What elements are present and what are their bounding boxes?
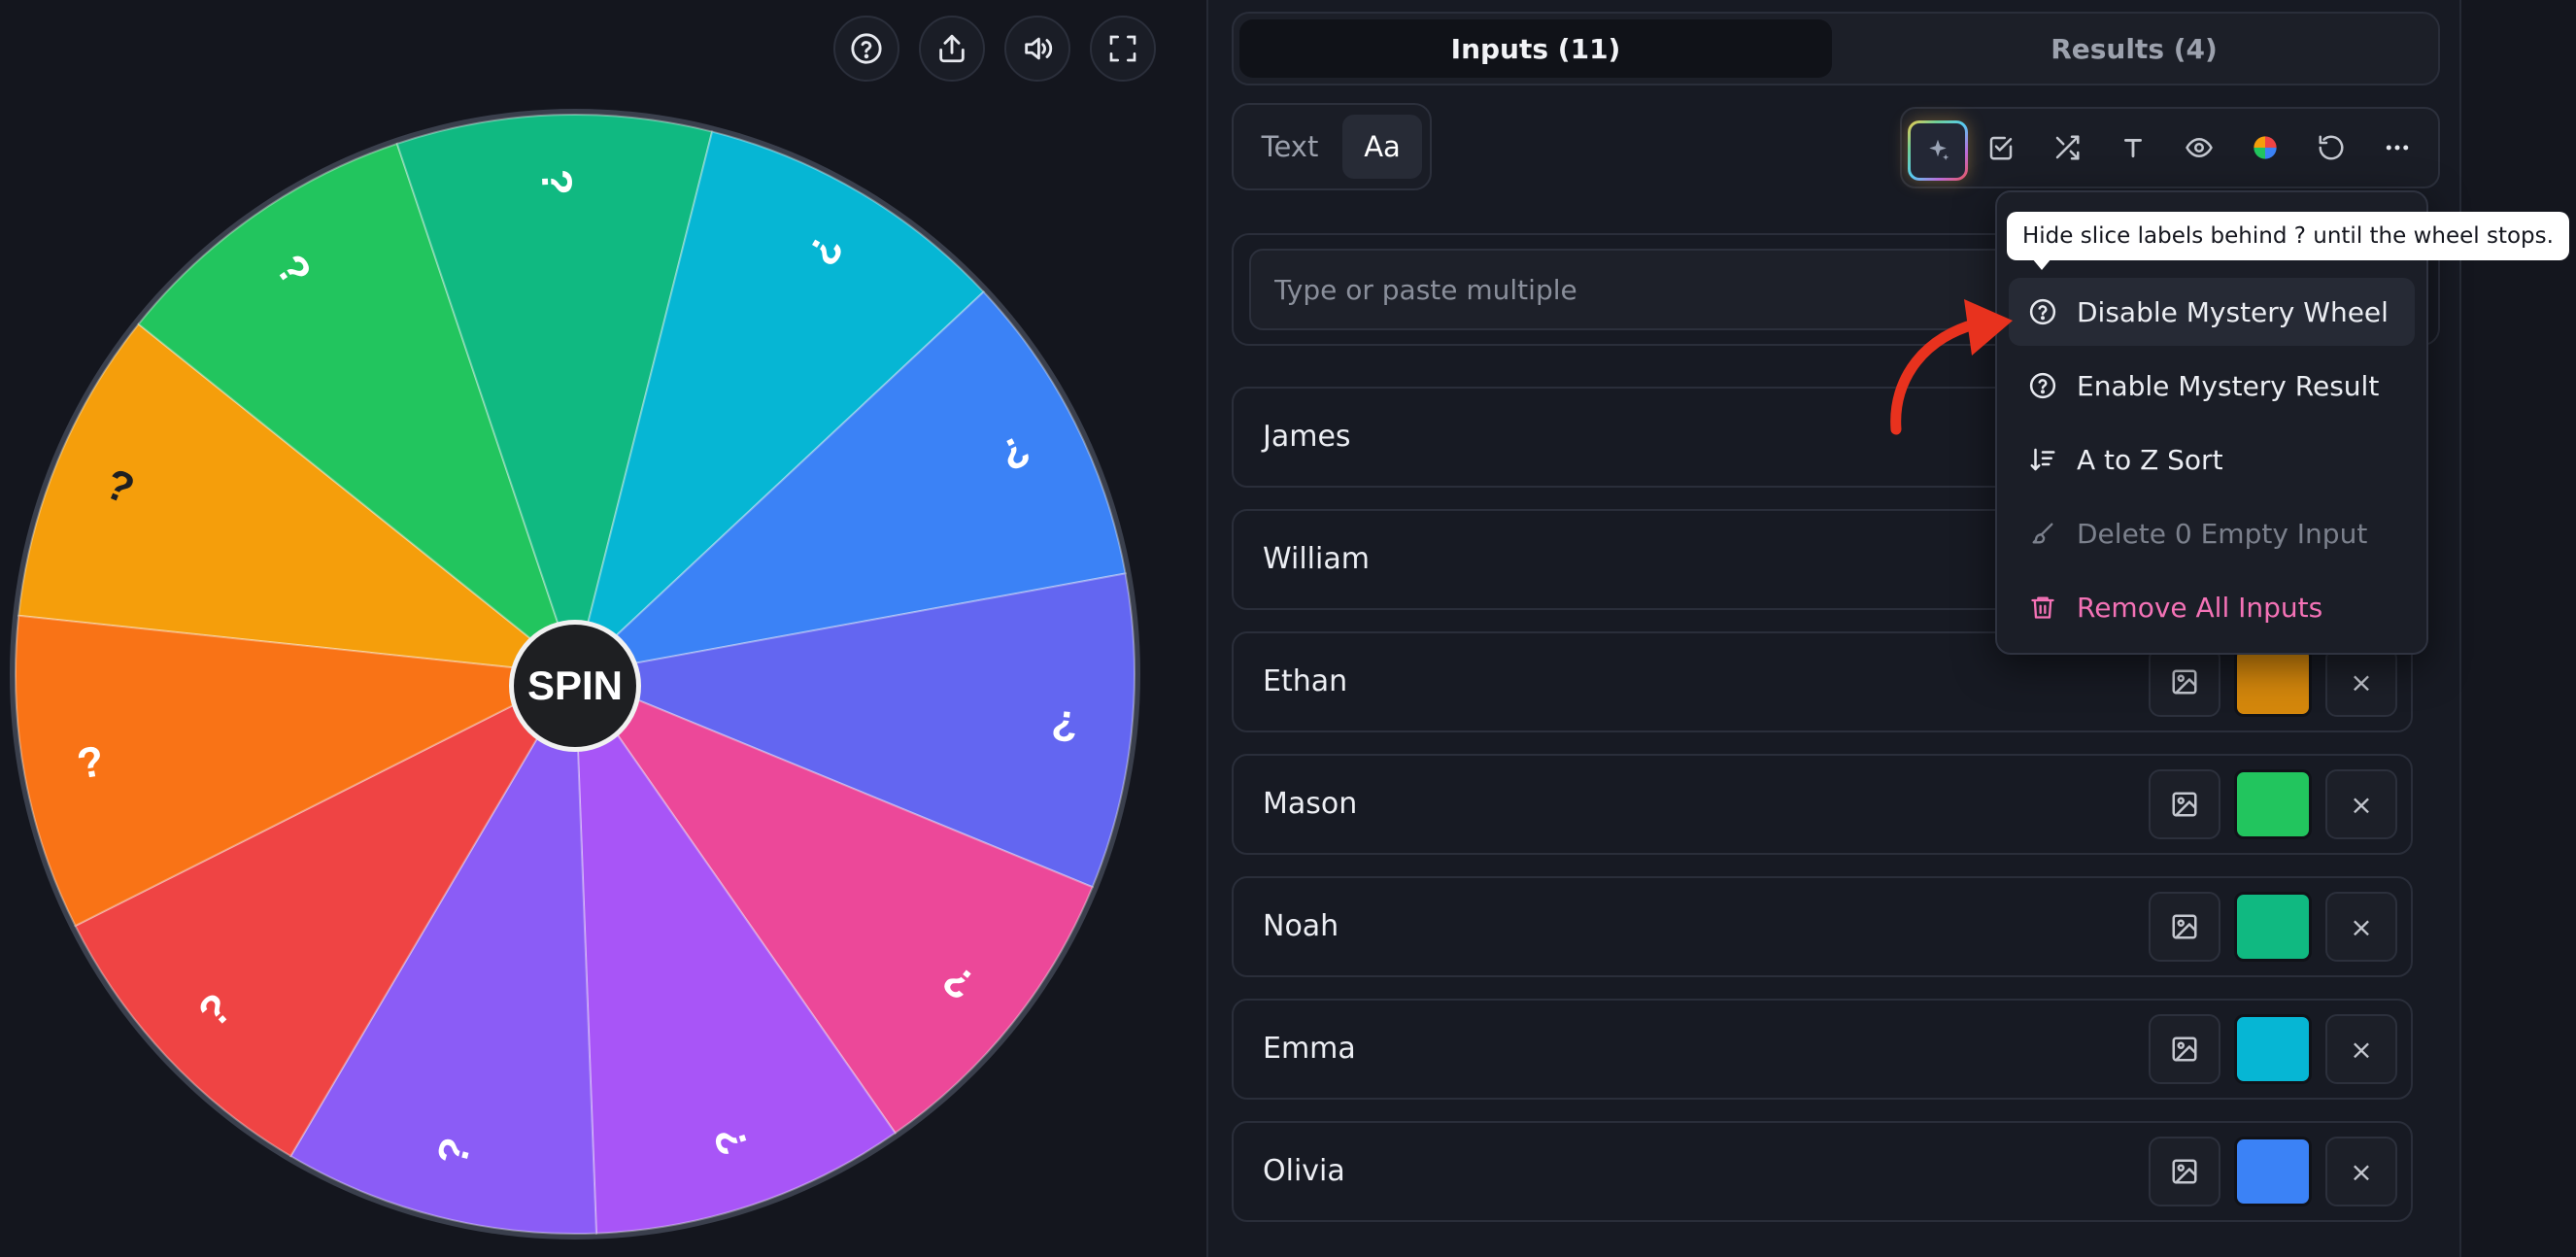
delete-empty-input-item[interactable]: Delete 0 Empty Input: [2009, 499, 2415, 567]
menu-item-label: A to Z Sort: [2077, 443, 2223, 476]
entry-color-swatch[interactable]: [2234, 1137, 2312, 1206]
a-to-z-sort-item[interactable]: A to Z Sort: [2009, 425, 2415, 493]
visibility-button[interactable]: [2172, 120, 2226, 175]
checkbox-button[interactable]: [1974, 120, 2028, 175]
image-icon: [2172, 914, 2197, 939]
fullscreen-button[interactable]: [1090, 16, 1156, 82]
entry-delete-button[interactable]: ×: [2325, 1137, 2397, 1206]
entry-image-button[interactable]: [2149, 647, 2220, 717]
entry-name[interactable]: Mason: [1263, 756, 1357, 853]
entry-row: Noah ×: [1232, 876, 2413, 977]
disable-mystery-wheel-item[interactable]: Disable Mystery Wheel: [2009, 278, 2415, 346]
input-toolbar: [1900, 107, 2440, 188]
entry-name[interactable]: Emma: [1263, 1001, 1356, 1098]
entry-row: Olivia ×: [1232, 1121, 2413, 1222]
shuffle-button[interactable]: [2040, 120, 2094, 175]
image-icon: [2172, 792, 2197, 817]
remove-all-inputs-item[interactable]: Remove All Inputs: [2009, 573, 2415, 641]
entry-name[interactable]: Ethan: [1263, 633, 1347, 730]
entry-delete-button[interactable]: ×: [2325, 647, 2397, 717]
entry-row: Emma ×: [1232, 999, 2413, 1100]
share-button[interactable]: [919, 16, 985, 82]
entry-name[interactable]: Noah: [1263, 878, 1339, 975]
entry-row: Mason ×: [1232, 754, 2413, 855]
more-icon: [2386, 145, 2409, 151]
tooltip-tail: [2032, 258, 2051, 270]
entry-name[interactable]: William: [1263, 511, 1370, 608]
text-style-button[interactable]: [2106, 120, 2160, 175]
entry-color-swatch[interactable]: [2234, 1014, 2312, 1084]
question-circle-icon: [2029, 372, 2056, 399]
reset-icon: [2319, 135, 2344, 160]
help-icon: [851, 33, 882, 64]
checkbox-icon: [1989, 136, 2013, 160]
mystery-wheel-tooltip: Hide slice labels behind ? until the whe…: [2007, 212, 2569, 260]
reset-button[interactable]: [2304, 120, 2358, 175]
entry-delete-button[interactable]: ×: [2325, 1014, 2397, 1084]
entry-delete-button[interactable]: ×: [2325, 769, 2397, 839]
question-circle-icon: [2029, 298, 2056, 325]
enable-mystery-result-item[interactable]: Enable Mystery Result: [2009, 352, 2415, 420]
wheel-slice-label: ?: [1049, 700, 1080, 751]
input-mode-toggle: Text Aa: [1232, 103, 1432, 190]
entry-image-button[interactable]: [2149, 892, 2220, 962]
help-button[interactable]: [833, 16, 899, 82]
spinning-wheel[interactable]: ??????????? SPIN: [8, 107, 1142, 1241]
entry-image-button[interactable]: [2149, 1014, 2220, 1084]
fullscreen-icon: [1109, 35, 1136, 62]
entry-color-swatch[interactable]: [2234, 647, 2312, 717]
menu-item-label: Disable Mystery Wheel: [2077, 295, 2389, 328]
sparkle-icon: [1929, 139, 1949, 160]
entry-delete-button[interactable]: ×: [2325, 892, 2397, 962]
entry-name[interactable]: James: [1263, 389, 1351, 486]
entry-color-swatch[interactable]: [2234, 769, 2312, 839]
mode-text-button[interactable]: Text: [1243, 115, 1337, 179]
more-button[interactable]: [2370, 120, 2424, 175]
share-icon: [939, 34, 965, 63]
shuffle-icon: [2055, 135, 2080, 160]
tab-inputs[interactable]: Inputs (11): [1239, 19, 1832, 78]
tab-results[interactable]: Results (4): [1838, 19, 2430, 78]
entry-image-button[interactable]: [2149, 769, 2220, 839]
eye-icon: [2186, 137, 2213, 158]
entry-image-button[interactable]: [2149, 1137, 2220, 1206]
color-wheel-icon: [2254, 136, 2277, 159]
annotation-arrow-icon: [1890, 299, 2013, 435]
volume-icon: [1025, 37, 1053, 60]
volume-button[interactable]: [1004, 16, 1070, 82]
mode-aa-button[interactable]: Aa: [1342, 115, 1422, 179]
menu-item-label: Enable Mystery Result: [2077, 369, 2380, 402]
entry-name[interactable]: Olivia: [1263, 1123, 1345, 1220]
image-icon: [2172, 1159, 2197, 1184]
trash-icon: [2031, 596, 2054, 619]
image-icon: [2172, 669, 2197, 695]
menu-item-label: Delete 0 Empty Input: [2077, 517, 2368, 550]
text-icon: [2124, 139, 2142, 158]
mystery-button[interactable]: [1908, 120, 1968, 181]
panel-tabs: Inputs (11) Results (4): [1232, 12, 2440, 85]
sort-icon: [2030, 448, 2055, 471]
brush-icon: [2032, 523, 2053, 544]
wheel-slice-label: ?: [532, 168, 581, 196]
image-icon: [2172, 1036, 2197, 1062]
spin-button[interactable]: SPIN: [509, 620, 641, 752]
entry-color-swatch[interactable]: [2234, 892, 2312, 962]
color-palette-button[interactable]: [2238, 120, 2292, 175]
menu-item-label: Remove All Inputs: [2077, 591, 2323, 624]
